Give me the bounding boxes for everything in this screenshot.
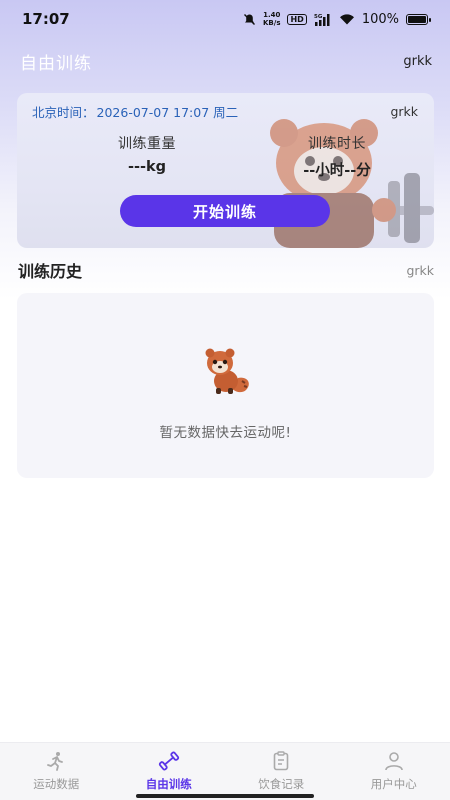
header-username: grkk xyxy=(403,53,432,69)
clipboard-icon xyxy=(273,751,289,771)
battery-icon xyxy=(406,13,431,25)
start-training-button[interactable]: 开始训练 xyxy=(120,195,330,227)
home-indicator xyxy=(136,794,314,798)
dumbbell-icon xyxy=(158,751,179,771)
time-value: 2026-07-07 17:07 周二 xyxy=(96,105,239,120)
mute-bell-icon xyxy=(244,13,255,25)
nav-item-diet-record[interactable]: 饮食记录 xyxy=(225,743,338,800)
nav-item-user-center[interactable]: 用户中心 xyxy=(338,743,450,800)
network-speed: 1.40 KB/s xyxy=(263,11,281,27)
nav-item-free-training[interactable]: 自由训练 xyxy=(113,743,226,800)
weight-label: 训练重量 xyxy=(118,136,176,152)
nav-label-diet-record: 饮食记录 xyxy=(258,777,305,791)
history-title: 训练历史 xyxy=(18,262,83,281)
user-icon xyxy=(384,752,403,771)
signal-label: 5G xyxy=(314,14,323,20)
status-icons: 1.40 KB/s HD 5G 100% xyxy=(243,11,431,27)
training-duration-stat: 训练时长 --小时--分 xyxy=(267,133,407,180)
history-username: grkk xyxy=(406,262,434,278)
card-username: grkk xyxy=(390,104,418,119)
history-header: 训练历史 grkk xyxy=(18,258,434,282)
bottom-navigation: 运动数据 自由训练 饮食记录 用户中心 xyxy=(0,742,450,800)
nav-label-user-center: 用户中心 xyxy=(370,777,417,791)
nav-label-free-training: 自由训练 xyxy=(145,777,192,791)
hd-badge: HD xyxy=(287,13,307,25)
status-bar: 17:07 1.40 KB/s HD 5G 100% xyxy=(0,0,450,38)
status-time: 17:07 xyxy=(22,10,70,28)
training-card: 北京时间： 2026-07-07 17:07 周二 grkk 训练重量 ---k… xyxy=(17,93,434,248)
nav-label-sport-data: 运动数据 xyxy=(33,777,80,791)
history-empty-card: 暂无数据快去运动呢! xyxy=(17,293,434,478)
beijing-time-row: 北京时间： 2026-07-07 17:07 周二 grkk xyxy=(32,102,418,121)
nav-item-sport-data[interactable]: 运动数据 xyxy=(0,743,113,800)
cellular-signal-icon: 5G xyxy=(314,13,330,26)
app-header: 自由训练 grkk xyxy=(0,46,450,76)
time-label: 北京时间： xyxy=(32,105,95,120)
running-icon xyxy=(47,752,64,771)
battery-percent: 100% xyxy=(361,11,399,27)
red-panda-mascot-icon xyxy=(205,348,249,394)
empty-state-text: 暂无数据快去运动呢! xyxy=(159,425,292,441)
page-title: 自由训练 xyxy=(20,53,92,74)
duration-value: --小时--分 xyxy=(303,163,371,179)
duration-label: 训练时长 xyxy=(308,136,366,152)
training-weight-stat: 训练重量 ---kg xyxy=(77,133,217,175)
weight-value: ---kg xyxy=(127,159,167,175)
wifi-icon xyxy=(339,14,354,25)
